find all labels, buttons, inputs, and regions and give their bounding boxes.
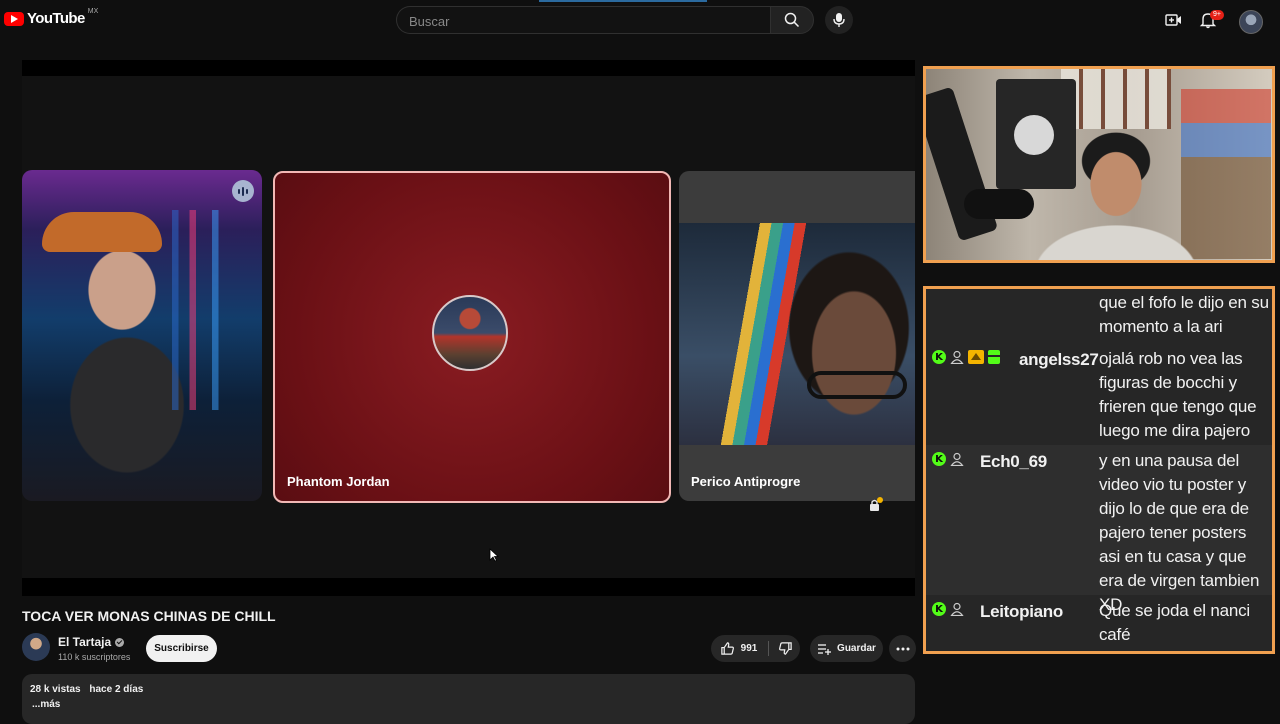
search-button[interactable] — [770, 6, 814, 34]
participant-name: Phantom Jordan — [287, 474, 390, 489]
chat-badges: K — [932, 350, 1000, 364]
save-playlist-icon — [818, 643, 832, 655]
channel-name[interactable]: El Tartaja — [58, 635, 125, 649]
microphone-icon — [833, 13, 845, 27]
gift-badge-icon — [988, 350, 1000, 364]
letterbox-top — [22, 60, 915, 76]
participant-name: Perico Antiprogre — [691, 474, 801, 489]
participant-cap — [42, 212, 162, 252]
user-icon — [950, 452, 964, 466]
like-divider — [768, 641, 769, 656]
kick-platform-icon: K — [932, 350, 946, 364]
logo-text: YouTube — [27, 10, 85, 27]
more-actions-button[interactable] — [889, 635, 916, 662]
create-button[interactable] — [1165, 11, 1185, 31]
user-icon — [950, 350, 964, 364]
create-video-icon — [1165, 14, 1181, 26]
letterbox-bottom — [22, 578, 915, 596]
neon-city-background — [172, 210, 252, 410]
kick-platform-icon: K — [932, 452, 946, 466]
streamer — [1016, 129, 1216, 260]
youtube-play-icon — [4, 11, 24, 26]
dislike-button[interactable] — [770, 635, 800, 662]
chat-overlay: que el fofo le dijo en su momento a la a… — [923, 286, 1275, 654]
description-box[interactable]: 28 k vistas hace 2 días ...más — [22, 674, 915, 724]
lock-icon — [870, 497, 883, 511]
chat-message: K Ech0_69 y en una pausa del video vio t… — [926, 445, 1272, 614]
more-horizontal-icon — [896, 647, 909, 650]
like-dislike-group: 991 — [711, 635, 800, 662]
chat-message-text: que el fofo le dijo en su momento a la a… — [1099, 293, 1269, 336]
search-box — [396, 6, 770, 34]
streamer-webcam-overlay — [923, 66, 1275, 263]
chat-username: Ech0_69 — [980, 452, 1047, 471]
upload-date: hace 2 días — [89, 684, 144, 695]
chat-message: K Leitopiano Que se joda el nanci café — [926, 595, 1272, 651]
chat-username: Leitopiano — [980, 602, 1063, 621]
loading-bar — [539, 0, 707, 2]
glasses — [807, 371, 907, 399]
participant-tile-perico: Perico Antiprogre — [679, 171, 915, 501]
video-stats: 28 k vistas hace 2 días — [30, 684, 149, 695]
speaking-indicator-icon — [232, 180, 254, 202]
notification-count-badge: 9+ — [1210, 10, 1224, 20]
subscriber-count: 110 k suscriptores — [58, 652, 131, 662]
show-more-link[interactable]: ...más — [32, 699, 60, 710]
verified-icon — [115, 637, 125, 647]
like-count: 991 — [740, 643, 758, 654]
chat-username: angelss27 — [1019, 350, 1099, 369]
save-button[interactable]: Guardar — [810, 635, 883, 662]
search-icon — [784, 12, 800, 28]
video-title: TOCA VER MONAS CHINAS DE CHILL — [22, 608, 276, 624]
thumbs-up-icon — [720, 642, 734, 655]
mouse-cursor-icon — [489, 548, 499, 562]
participant-tile-phantom-jordan: Phantom Jordan — [273, 171, 671, 503]
channel-name-text: El Tartaja — [58, 635, 112, 649]
figure-shelf — [1061, 69, 1171, 129]
search-input[interactable] — [407, 13, 751, 30]
crown-badge-icon — [968, 350, 984, 364]
chat-message: que el fofo le dijo en su momento a la a… — [926, 289, 1272, 337]
youtube-logo[interactable]: YouTube MX — [4, 8, 99, 27]
view-count: 28 k vistas — [30, 684, 81, 695]
video-player[interactable]: Phantom Jordan Perico Antiprogre — [22, 60, 915, 596]
voice-search-button[interactable] — [825, 6, 853, 34]
thumbs-down-icon — [778, 642, 792, 655]
channel-avatar[interactable] — [22, 633, 50, 661]
microphone — [964, 189, 1034, 219]
chat-message-text: ojalá rob no vea las figuras de bocchi y… — [1099, 349, 1257, 440]
chat-badges: K — [932, 452, 964, 466]
chat-badges: K — [932, 602, 964, 616]
chat-message-text: Que se joda el nanci café — [1099, 601, 1250, 644]
kick-platform-icon: K — [932, 602, 946, 616]
subscribe-button[interactable]: Suscribirse — [146, 635, 217, 662]
participant-webcam-feed — [679, 223, 915, 445]
country-code: MX — [87, 8, 99, 15]
participant-avatar — [432, 295, 508, 371]
account-avatar[interactable] — [1239, 10, 1263, 34]
user-icon — [950, 602, 964, 616]
save-label: Guardar — [837, 643, 876, 654]
top-bar: YouTube MX 9+ — [0, 0, 1280, 42]
chat-message-text: y en una pausa del video vio tu poster y… — [1099, 451, 1260, 614]
like-button[interactable]: 991 — [711, 635, 766, 662]
participant-tile-left — [22, 170, 262, 501]
chat-message: K angelss27 ojalá rob no vea las figuras… — [926, 343, 1272, 445]
